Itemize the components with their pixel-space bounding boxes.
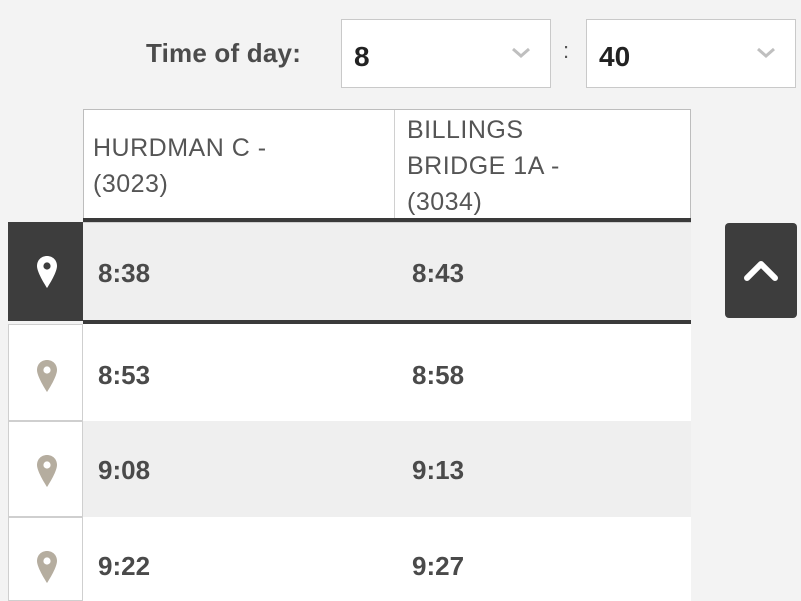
map-pin-icon [37,455,57,487]
chevron-down-icon [512,47,530,58]
table-row[interactable]: 8:38 8:43 [8,222,691,321]
table-row[interactable]: 9:08 9:13 [8,421,691,517]
time-cell: 8:58 [412,360,465,390]
time-cell: 8:53 [98,360,151,390]
column-header-line: BILLINGS [407,116,524,144]
row-body [83,421,691,517]
map-pin-icon [37,551,57,583]
column-divider [394,110,395,220]
table-row[interactable]: 9:22 9:27 [8,517,691,601]
time-separator: : [563,38,570,63]
time-cell: 8:43 [412,258,465,288]
row-body [83,517,691,601]
time-cell: 9:13 [412,455,465,485]
map-pin-icon [37,360,57,392]
time-cell: 9:22 [98,551,151,581]
schedule-header: HURDMAN C - (3023) BILLINGS BRIDGE 1A - … [83,109,691,220]
collapse-button[interactable] [725,223,797,318]
row-body [83,324,691,421]
column-header-billings-bridge: BILLINGS BRIDGE 1A - (3034) [407,112,687,220]
table-row[interactable]: 8:53 8:58 [8,324,691,421]
time-cell: 9:27 [412,551,465,581]
column-header-line: (3023) [93,170,169,198]
row-pin-button[interactable] [8,222,83,321]
column-header-line: HURDMAN C - [93,134,267,162]
map-pin-icon [37,256,57,288]
column-header-hurdman: HURDMAN C - (3023) [93,130,373,202]
row-pin-button[interactable] [8,421,83,517]
time-cell: 8:38 [98,258,151,288]
row-pin-button[interactable] [8,324,83,421]
hour-value: 8 [354,41,370,72]
time-cell: 9:08 [98,455,151,485]
row-pin-button[interactable] [8,517,83,601]
row-body [83,222,691,321]
minute-select[interactable]: 40 [586,19,796,88]
column-header-line: BRIDGE 1A - [407,152,560,180]
chevron-up-icon [744,261,778,281]
time-of-day-label: Time of day: [146,38,302,68]
chevron-down-icon [757,47,775,58]
minute-value: 40 [599,41,631,72]
hour-select[interactable]: 8 [341,19,551,88]
column-header-line: (3034) [407,188,483,216]
